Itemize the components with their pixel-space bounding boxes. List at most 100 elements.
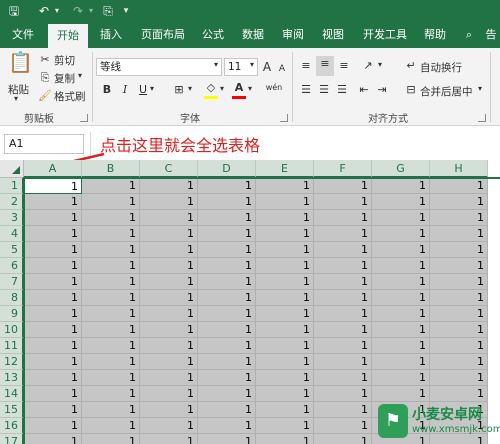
table-cell[interactable]: 1 (82, 354, 140, 370)
table-cell[interactable]: 1 (198, 322, 256, 338)
row-header[interactable]: 10 (0, 322, 24, 338)
table-cell[interactable]: 1 (372, 258, 430, 274)
undo-icon[interactable]: ↶ (36, 2, 52, 20)
table-cell[interactable]: 1 (82, 210, 140, 226)
table-cell[interactable]: 1 (314, 354, 372, 370)
alignment-launcher-icon[interactable] (478, 114, 486, 122)
table-cell[interactable]: 1 (256, 306, 314, 322)
increase-indent-icon[interactable]: ⇥ (374, 82, 390, 98)
table-cell[interactable]: 1 (314, 306, 372, 322)
table-cell[interactable]: 1 (198, 386, 256, 402)
table-cell[interactable]: 1 (256, 322, 314, 338)
table-cell[interactable]: 1 (140, 402, 198, 418)
table-cell[interactable]: 1 (372, 274, 430, 290)
tab-data[interactable]: 数据 (238, 22, 268, 48)
table-cell[interactable]: 1 (24, 386, 82, 402)
table-cell[interactable]: 1 (24, 226, 82, 242)
table-cell[interactable]: 1 (82, 434, 140, 444)
table-cell[interactable]: 1 (82, 178, 140, 194)
table-cell[interactable]: 1 (82, 226, 140, 242)
table-cell[interactable]: 1 (24, 322, 82, 338)
table-cell[interactable]: 1 (198, 370, 256, 386)
table-cell[interactable]: 1 (256, 194, 314, 210)
table-cell[interactable]: 1 (314, 210, 372, 226)
table-cell[interactable]: 1 (314, 322, 372, 338)
table-cell[interactable]: 1 (430, 370, 488, 386)
table-cell[interactable]: 1 (256, 210, 314, 226)
fill-color-dropdown-icon[interactable]: ▾ (220, 84, 224, 93)
orientation-icon[interactable]: ↗ (360, 58, 376, 74)
table-cell[interactable]: 1 (24, 306, 82, 322)
table-cell[interactable]: 1 (198, 210, 256, 226)
table-cell[interactable]: 1 (82, 290, 140, 306)
row-header[interactable]: 13 (0, 370, 24, 386)
column-header[interactable]: G (372, 160, 430, 178)
table-cell[interactable]: 1 (314, 226, 372, 242)
paste-button[interactable]: 📋 粘贴 ▾ (4, 52, 34, 106)
table-cell[interactable]: 1 (82, 194, 140, 210)
table-cell[interactable]: 1 (314, 194, 372, 210)
table-cell[interactable]: 1 (256, 290, 314, 306)
table-cell[interactable]: 1 (430, 306, 488, 322)
table-cell[interactable]: 1 (24, 210, 82, 226)
table-cell[interactable]: 1 (256, 274, 314, 290)
table-cell[interactable]: 1 (140, 322, 198, 338)
merge-center-dropdown-icon[interactable]: ▾ (478, 84, 482, 93)
table-cell[interactable]: 1 (256, 370, 314, 386)
table-cell[interactable]: 1 (82, 274, 140, 290)
tab-help[interactable]: 帮助 (420, 22, 450, 48)
column-header[interactable]: D (198, 160, 256, 178)
column-header[interactable]: A (24, 160, 82, 178)
table-cell[interactable]: 1 (372, 178, 430, 194)
table-cell[interactable]: 1 (24, 402, 82, 418)
table-cell[interactable]: 1 (430, 322, 488, 338)
table-cell[interactable]: 1 (140, 306, 198, 322)
row-header[interactable]: 3 (0, 210, 24, 226)
align-middle-icon[interactable]: ≡ (316, 56, 334, 76)
decrease-font-icon[interactable]: A (276, 61, 288, 77)
column-header[interactable]: C (140, 160, 198, 178)
column-header[interactable]: B (82, 160, 140, 178)
borders-dropdown-icon[interactable]: ▾ (188, 84, 192, 93)
align-top-icon[interactable]: ≡ (298, 58, 314, 74)
row-header[interactable]: 11 (0, 338, 24, 354)
row-header[interactable]: 8 (0, 290, 24, 306)
table-cell[interactable]: 1 (430, 258, 488, 274)
table-cell[interactable]: 1 (314, 178, 372, 194)
table-cell[interactable]: 1 (24, 370, 82, 386)
underline-dropdown-icon[interactable]: ▾ (150, 84, 154, 93)
clipboard-launcher-icon[interactable] (80, 114, 88, 122)
table-cell[interactable]: 1 (82, 258, 140, 274)
column-header[interactable]: H (430, 160, 488, 178)
table-cell[interactable]: 1 (24, 274, 82, 290)
table-cell[interactable]: 1 (198, 418, 256, 434)
merge-center-button[interactable]: 合并后居中 (420, 84, 473, 99)
print-preview-icon[interactable]: ⎘ (100, 2, 116, 20)
row-header[interactable]: 15 (0, 402, 24, 418)
row-header[interactable]: 4 (0, 226, 24, 242)
table-cell[interactable]: 1 (314, 402, 372, 418)
fill-color-icon[interactable]: ◇ (204, 80, 218, 96)
save-icon[interactable]: 🖫 (6, 2, 22, 20)
table-cell[interactable]: 1 (198, 290, 256, 306)
table-cell[interactable]: 1 (24, 418, 82, 434)
table-cell[interactable]: 1 (140, 386, 198, 402)
table-cell[interactable]: 1 (24, 354, 82, 370)
table-cell[interactable]: 1 (140, 434, 198, 444)
table-cell[interactable]: 1 (256, 386, 314, 402)
table-cell[interactable]: 1 (256, 418, 314, 434)
table-cell[interactable]: 1 (140, 258, 198, 274)
table-cell[interactable]: 1 (372, 306, 430, 322)
table-cell[interactable]: 1 (198, 306, 256, 322)
table-cell[interactable]: 1 (24, 194, 82, 210)
table-cell[interactable]: 1 (198, 242, 256, 258)
redo-icon[interactable]: ↷ (70, 2, 86, 20)
table-cell[interactable]: 1 (140, 194, 198, 210)
table-cell[interactable]: 1 (314, 258, 372, 274)
table-cell[interactable]: 1 (256, 258, 314, 274)
font-size-dropdown-icon[interactable]: ▾ (250, 60, 254, 69)
select-all-button[interactable] (0, 160, 24, 178)
align-right-icon[interactable]: ☰ (334, 82, 350, 98)
row-header[interactable]: 2 (0, 194, 24, 210)
table-cell[interactable]: 1 (24, 290, 82, 306)
